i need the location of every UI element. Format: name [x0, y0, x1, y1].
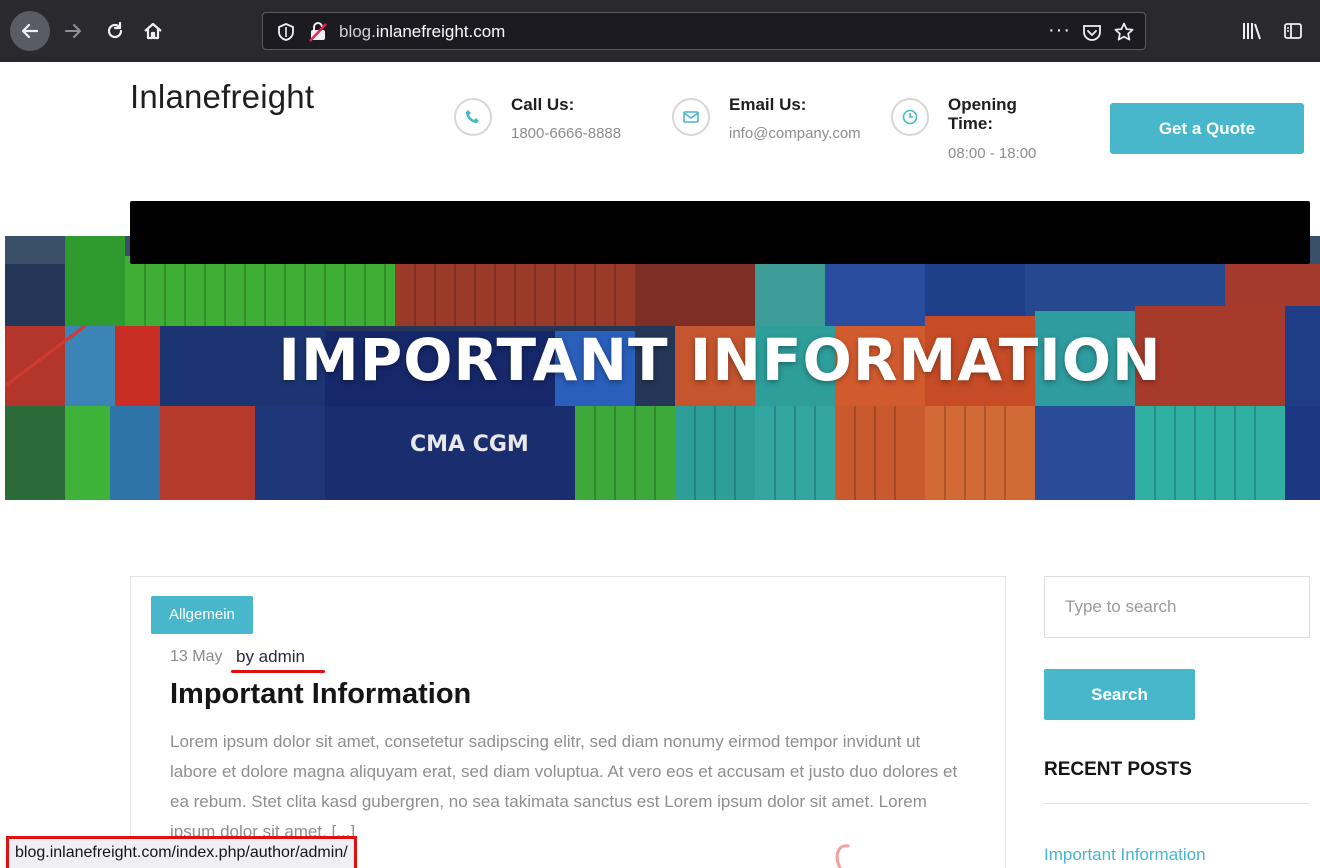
search-input[interactable]	[1044, 576, 1310, 638]
site-logo[interactable]: Inlanefreight	[130, 78, 314, 116]
library-icon[interactable]	[1240, 20, 1264, 42]
shield-icon[interactable]	[275, 21, 297, 43]
container-brand-text: CMA CGM	[410, 432, 529, 457]
divider	[1044, 803, 1310, 804]
recent-posts-heading: RECENT POSTS	[1044, 759, 1192, 780]
post-excerpt: Lorem ipsum dolor sit amet, consetetur s…	[170, 732, 958, 841]
contact-title-hours: Opening Time:	[948, 95, 1017, 133]
arrow-right-icon	[65, 24, 81, 38]
link-status-bar: blog.inlanefreight.com/index.php/author/…	[6, 836, 357, 868]
home-button[interactable]	[138, 13, 168, 49]
post-title[interactable]: Important Information	[170, 678, 471, 711]
post-date: 13 May	[170, 648, 223, 665]
address-bar[interactable]: blog.inlanefreight.com ···	[262, 12, 1146, 50]
page-actions-button[interactable]: ···	[1048, 19, 1071, 42]
url-text[interactable]: blog.inlanefreight.com	[339, 22, 505, 42]
mail-icon	[672, 98, 710, 136]
phone-icon	[454, 98, 492, 136]
author-highlight-underline	[231, 670, 325, 673]
contact-title-email: Email Us:	[729, 95, 807, 114]
get-quote-button[interactable]: Get a Quote	[1110, 103, 1304, 154]
arrow-left-icon	[21, 23, 39, 39]
browser-toolbar: blog.inlanefreight.com ···	[0, 0, 1320, 62]
hero-title: IMPORTANT INFORMATION	[278, 326, 1162, 394]
pocket-icon[interactable]	[1081, 21, 1103, 43]
post-author-link[interactable]: by admin	[236, 647, 305, 667]
decorative-swirl-icon	[835, 844, 850, 868]
insecure-lock-icon[interactable]	[307, 21, 329, 43]
bookmark-star-icon[interactable]	[1113, 21, 1135, 43]
back-button[interactable]	[10, 11, 50, 51]
clock-icon	[891, 98, 929, 136]
home-icon	[144, 22, 162, 40]
sidebar-toggle-icon[interactable]	[1282, 20, 1304, 42]
reload-icon	[107, 21, 123, 39]
reload-button[interactable]	[100, 13, 130, 49]
post-category-badge[interactable]: Allgemein	[151, 596, 253, 634]
contact-hours: 08:00 - 18:00	[948, 145, 1037, 162]
forward-button[interactable]	[58, 13, 88, 49]
main-navigation-bar	[130, 201, 1310, 264]
contact-email[interactable]: info@company.com	[729, 125, 861, 142]
search-button[interactable]: Search	[1044, 669, 1195, 720]
recent-post-link[interactable]: Important Information	[1044, 845, 1206, 865]
contact-phone[interactable]: 1800-6666-8888	[511, 125, 621, 142]
contact-title-call: Call Us:	[511, 95, 575, 114]
